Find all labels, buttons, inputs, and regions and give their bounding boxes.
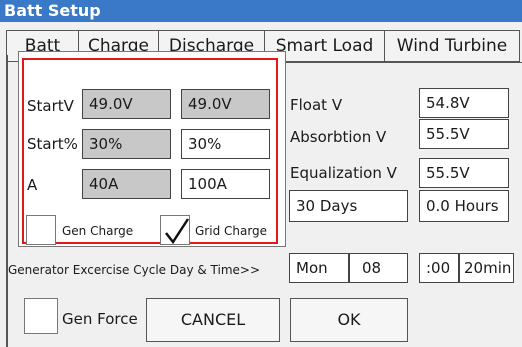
- start-percent-left-field: 30%: [82, 129, 171, 159]
- absorption-v-field[interactable]: 55.5V: [419, 119, 509, 149]
- grid-charge-label: Grid Charge: [195, 224, 268, 238]
- tab-wind-turbine[interactable]: Wind Turbine: [385, 30, 520, 62]
- equalization-interval-field[interactable]: 30 Days: [289, 190, 408, 222]
- window-title: Batt Setup: [0, 0, 522, 22]
- panel-left-border: [6, 55, 8, 347]
- equalization-v-field[interactable]: 55.5V: [419, 158, 509, 188]
- absorption-v-label: Absorbtion V: [290, 128, 387, 146]
- equalization-v-label: Equalization V: [290, 164, 397, 182]
- startv-right-field[interactable]: 49.0V: [181, 89, 270, 119]
- equalization-duration-field[interactable]: 0.0 Hours: [419, 190, 509, 222]
- float-v-label: Float V: [290, 96, 343, 114]
- startv-label: StartV: [27, 97, 74, 115]
- ok-button[interactable]: OK: [290, 298, 408, 342]
- gen-charge-label: Gen Charge: [62, 224, 134, 238]
- start-percent-right-field[interactable]: 30%: [181, 129, 270, 159]
- gen-force-checkbox[interactable]: [24, 298, 58, 334]
- amps-left-field: 40A: [82, 169, 171, 199]
- amps-label: A: [27, 176, 38, 194]
- start-percent-label: Start%: [27, 135, 78, 153]
- exercise-day-field[interactable]: Mon: [289, 253, 349, 283]
- startv-left-field: 49.0V: [82, 89, 171, 119]
- float-v-field[interactable]: 54.8V: [419, 88, 509, 118]
- amps-right-field[interactable]: 100A: [181, 169, 270, 199]
- exercise-duration-field[interactable]: 20min: [459, 253, 514, 283]
- gen-charge-checkbox[interactable]: [26, 215, 56, 245]
- grid-charge-checkbox[interactable]: [160, 215, 190, 245]
- exercise-hour-field[interactable]: 08: [349, 253, 408, 283]
- gen-force-label: Gen Force: [62, 310, 138, 328]
- exercise-minute-field[interactable]: :00: [419, 253, 459, 283]
- checkmark-icon: [165, 218, 190, 245]
- cancel-button[interactable]: CANCEL: [146, 298, 280, 342]
- generator-exercise-label: Generator Excercise Cycle Day & Time>>: [8, 263, 261, 277]
